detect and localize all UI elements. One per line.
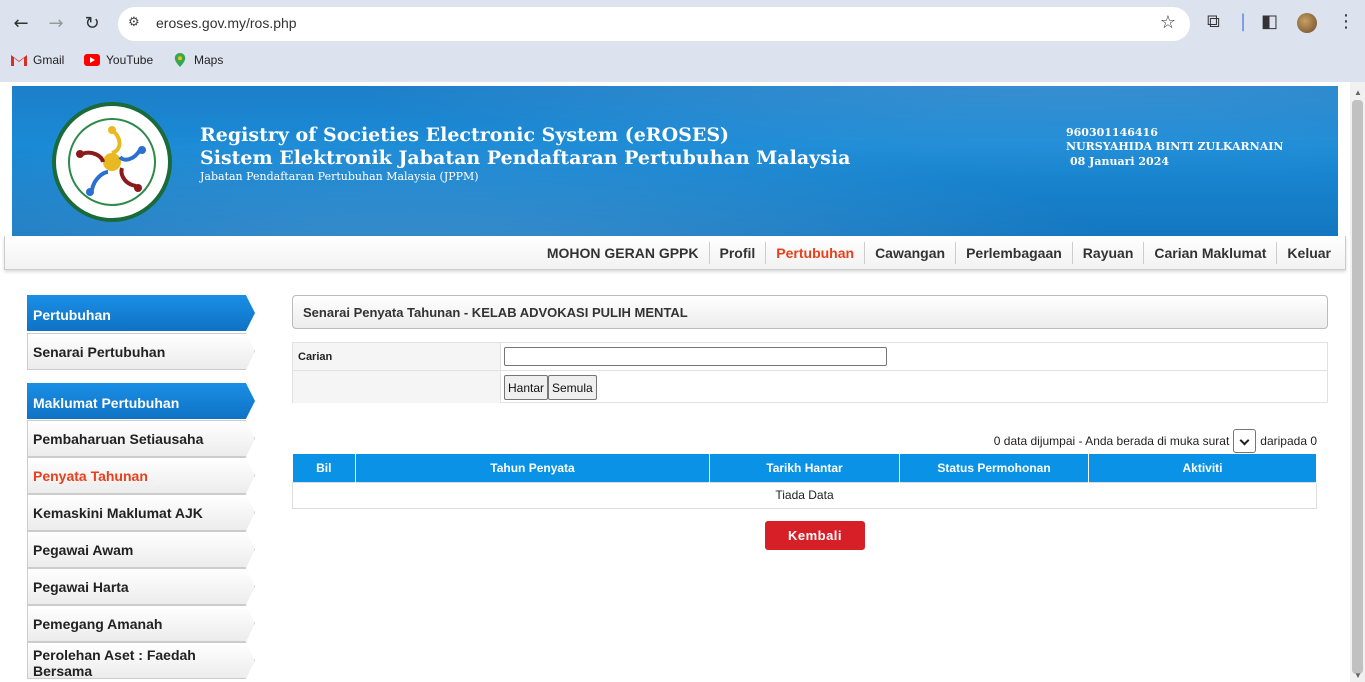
user-info: 960301146416 NURSYAHIDA BINTI ZULKARNAIN: [1066, 126, 1283, 154]
menu-perlembagaan[interactable]: Perlembagaan: [955, 242, 1072, 264]
page: Registry of Societies Electronic System …: [0, 82, 1350, 682]
menu-dots-icon[interactable]: ⋮: [1337, 11, 1355, 32]
toolbar-divider: |: [1240, 11, 1247, 32]
sidebar-heading-pertubuhan: Pertubuhan: [27, 295, 255, 331]
user-id: 960301146416: [1066, 126, 1158, 139]
menu-rayuan[interactable]: Rayuan: [1071, 242, 1144, 264]
table-header-row: Bil Tahun Penyata Tarikh Hantar Status P…: [292, 454, 1317, 482]
bookmarks-bar: Gmail YouTube Maps: [0, 48, 1365, 74]
jppm-logo: [52, 102, 172, 222]
system-title-ms: Sistem Elektronik Jabatan Pendaftaran Pe…: [200, 147, 851, 169]
page-scrollbar[interactable]: ▲ ▼: [1350, 82, 1365, 682]
scroll-up-icon[interactable]: ▲: [1354, 88, 1362, 97]
reload-icon[interactable]: ↻: [80, 11, 104, 35]
agency-name: Jabatan Pendaftaran Pertubuhan Malaysia …: [200, 170, 479, 183]
panel-title: Senarai Penyata Tahunan - KELAB ADVOKASI…: [292, 295, 1328, 329]
column-header-tarikh-hantar: Tarikh Hantar: [709, 454, 900, 482]
reset-button[interactable]: Semula: [548, 375, 597, 400]
bookmark-label: YouTube: [106, 53, 154, 67]
bookmark-label: Gmail: [33, 53, 65, 67]
main-menu: MOHON GERAN GPPK Profil Pertubuhan Cawan…: [537, 236, 1341, 270]
bookmark-maps[interactable]: Maps: [172, 53, 223, 67]
forward-arrow-icon[interactable]: →: [44, 11, 68, 35]
url-text[interactable]: eroses.gov.my/ros.php: [156, 15, 297, 31]
browser-chrome: ← → ↻ ⚙ eroses.gov.my/ros.php ☆ ⧉ | ◧ ⋮ …: [0, 0, 1365, 82]
profile-avatar[interactable]: [1297, 13, 1317, 33]
bookmark-youtube[interactable]: YouTube: [84, 53, 153, 67]
system-title-en: Registry of Societies Electronic System …: [200, 124, 730, 146]
column-header-aktiviti: Aktiviti: [1088, 454, 1317, 482]
bookmark-label: Maps: [194, 53, 224, 67]
user-name: NURSYAHIDA BINTI ZULKARNAIN: [1066, 140, 1284, 153]
search-form: Carian Hantar Semula: [292, 342, 1328, 403]
menu-keluar[interactable]: Keluar: [1276, 242, 1341, 264]
pager-suffix: daripada 0: [1260, 434, 1317, 448]
column-header-status-permohonan: Status Permohonan: [899, 454, 1089, 482]
submit-button[interactable]: Hantar: [504, 375, 549, 400]
search-label: Carian: [298, 351, 333, 363]
page-select[interactable]: [1233, 429, 1257, 453]
scrollbar-thumb[interactable]: [1352, 100, 1363, 674]
address-bar[interactable]: ⚙ eroses.gov.my/ros.php ☆: [118, 7, 1190, 41]
menu-mohon-geran-gppk[interactable]: MOHON GERAN GPPK: [537, 242, 709, 264]
gmail-icon: [11, 55, 27, 66]
menu-carian-maklumat[interactable]: Carian Maklumat: [1143, 242, 1276, 264]
sidebar-item-pegawai-harta[interactable]: Pegawai Harta: [27, 568, 255, 605]
menu-profil[interactable]: Profil: [708, 242, 766, 264]
button-label-cell: [293, 371, 501, 403]
sidebar-item-perolehan-aset[interactable]: Perolehan Aset : Faedah Bersama: [27, 642, 255, 679]
search-input[interactable]: [504, 347, 887, 366]
annual-statement-table: Bil Tahun Penyata Tarikh Hantar Status P…: [292, 454, 1317, 509]
header-banner: Registry of Societies Electronic System …: [12, 86, 1338, 236]
current-date: 08 Januari 2024: [1070, 155, 1170, 168]
main-menu-bar: MOHON GERAN GPPK Profil Pertubuhan Cawan…: [4, 236, 1346, 270]
site-settings-icon[interactable]: ⚙: [128, 15, 140, 30]
search-label-cell: Carian: [293, 343, 501, 370]
sidebar-item-penyata-tahunan[interactable]: Penyata Tahunan: [27, 457, 255, 494]
side-panel-icon[interactable]: ◧: [1261, 11, 1278, 32]
scroll-down-icon[interactable]: ▼: [1354, 671, 1362, 680]
pager-text: 0 data dijumpai - Anda berada di muka su…: [993, 434, 1230, 448]
pagination: 0 data dijumpai - Anda berada di muka su…: [994, 429, 1317, 453]
bookmark-star-icon[interactable]: ☆: [1160, 12, 1176, 33]
browser-toolbar: ← → ↻ ⚙ eroses.gov.my/ros.php ☆ ⧉ | ◧ ⋮: [0, 0, 1365, 46]
sidebar-item-pembaharuan-setiausaha[interactable]: Pembaharuan Setiausaha: [27, 420, 255, 457]
sidebar-item-pemegang-amanah[interactable]: Pemegang Amanah: [27, 605, 255, 642]
empty-state: Tiada Data: [292, 481, 1317, 509]
sidebar-item-senarai-pertubuhan[interactable]: Senarai Pertubuhan: [27, 333, 255, 370]
column-header-bil: Bil: [292, 454, 356, 482]
sidebar-item-kemaskini-maklumat-ajk[interactable]: Kemaskini Maklumat AJK: [27, 494, 255, 531]
sidebar-item-pegawai-awam[interactable]: Pegawai Awam: [27, 531, 255, 568]
bookmark-gmail[interactable]: Gmail: [11, 53, 64, 67]
back-button[interactable]: Kembali: [765, 521, 865, 550]
youtube-icon: [84, 54, 100, 66]
table-row: Tiada Data: [292, 481, 1317, 509]
menu-pertubuhan[interactable]: Pertubuhan: [765, 242, 864, 264]
maps-icon: [174, 53, 186, 67]
search-row: Carian: [293, 343, 1327, 371]
back-arrow-icon[interactable]: ←: [9, 11, 33, 35]
extensions-icon[interactable]: ⧉: [1207, 11, 1220, 32]
logo-emblem-icon: [76, 126, 146, 196]
column-header-tahun-penyata: Tahun Penyata: [355, 454, 710, 482]
sidebar-heading-maklumat-pertubuhan: Maklumat Pertubuhan: [27, 383, 255, 419]
logo-ring: [68, 118, 156, 206]
menu-cawangan[interactable]: Cawangan: [864, 242, 955, 264]
